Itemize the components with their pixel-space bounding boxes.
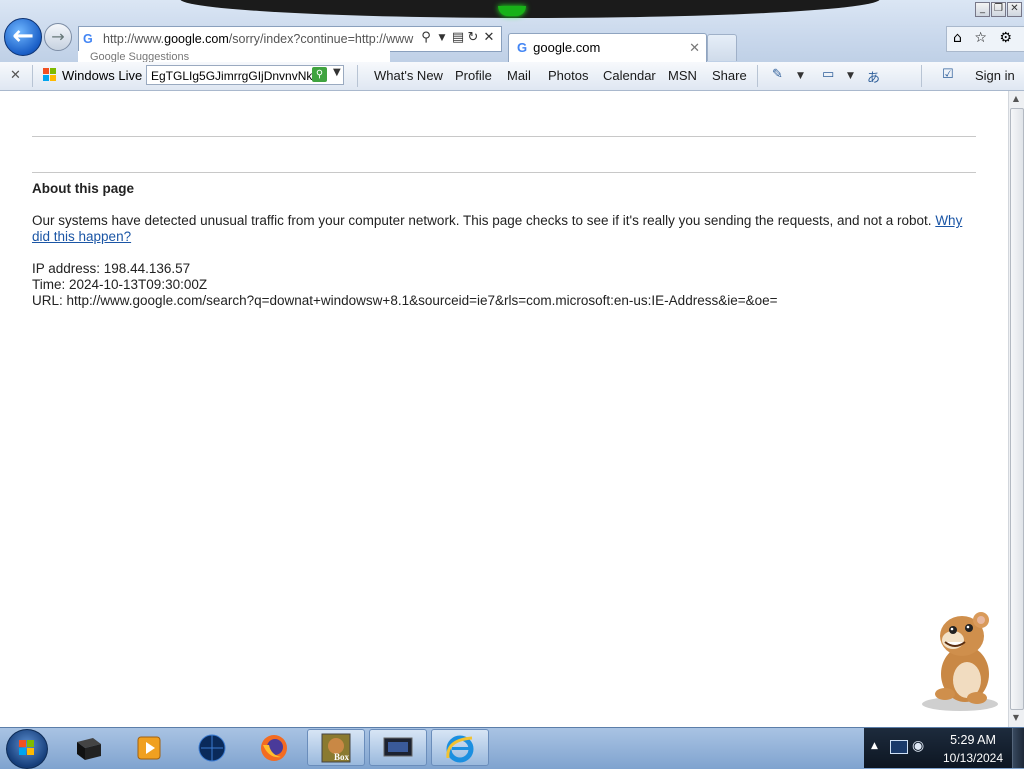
window-dropdown-icon[interactable]: ▼ — [847, 71, 854, 81]
address-url-domain: google.com — [164, 32, 229, 46]
windows-live-brand[interactable]: Windows Live — [62, 68, 142, 83]
taskbar-app-globe[interactable] — [183, 729, 241, 766]
home-icon[interactable]: ⌂ — [953, 30, 962, 46]
tools-gear-icon[interactable]: ⚙ — [999, 30, 1012, 46]
restore-icon[interactable]: ❐ — [991, 2, 1006, 17]
toolbar-link-photos[interactable]: Photos — [548, 68, 588, 83]
forward-button[interactable]: → — [44, 23, 72, 51]
volume-icon[interactable]: ◉ — [912, 738, 924, 754]
taskbar-app-box[interactable]: Box — [307, 729, 365, 766]
network-icon[interactable] — [890, 740, 908, 754]
windows-logo-icon — [42, 67, 58, 87]
edit-icon[interactable]: ✎ — [772, 67, 783, 82]
toolbar-link-whats-new[interactable]: What's New — [374, 68, 443, 83]
taskbar-app-internet-explorer[interactable] — [431, 729, 489, 766]
divider — [757, 65, 758, 87]
window-icon[interactable]: ▭ — [822, 67, 834, 82]
address-url-rest: /sorry/index?continue=http://www — [228, 32, 414, 46]
page-heading: About this page — [32, 181, 134, 196]
refresh-icon[interactable]: ↻ — [465, 27, 481, 49]
divider — [32, 172, 976, 173]
favorites-icon[interactable]: ☆ — [974, 30, 987, 46]
ip-address-line: IP address: 198.44.136.57 — [32, 261, 191, 276]
sign-in-link[interactable]: Sign in — [975, 68, 1015, 83]
address-url-prefix: http://www. — [103, 32, 165, 46]
hamster-character-icon[interactable] — [915, 604, 1005, 714]
scroll-thumb[interactable] — [1010, 108, 1024, 710]
time-line: Time: 2024-10-13T09:30:00Z — [32, 277, 208, 292]
internet-explorer-icon — [446, 735, 474, 762]
back-button[interactable]: ← — [4, 18, 42, 56]
google-favicon-icon: G — [517, 40, 528, 55]
minimize-icon[interactable]: _ — [975, 2, 990, 17]
tab-google[interactable]: Ggoogle.com ✕ — [508, 33, 707, 62]
url-line: URL: http://www.google.com/search?q=down… — [32, 293, 778, 308]
checkbox-icon[interactable]: ☑ — [942, 67, 954, 82]
message-text: Our systems have detected unusual traffi… — [32, 213, 932, 228]
clock-time[interactable]: 5:29 AM — [930, 733, 1016, 747]
taskbar-app-black-box[interactable] — [60, 729, 118, 766]
search-dropdown-icon[interactable]: ▼ — [333, 67, 341, 78]
unusual-traffic-message: Our systems have detected unusual traffi… — [32, 213, 976, 245]
page-content — [0, 91, 1008, 727]
tab-close-icon[interactable]: ✕ — [689, 34, 700, 62]
tab-title: google.com — [533, 40, 601, 55]
stop-icon[interactable]: ✕ — [481, 27, 497, 49]
monitor-icon — [383, 737, 413, 756]
scroll-up-icon[interactable]: ▲ — [1008, 91, 1024, 107]
show-desktop-button[interactable] — [1012, 728, 1024, 768]
taskbar-app-firefox[interactable] — [245, 729, 303, 766]
toolbar-close-icon[interactable]: ✕ — [10, 68, 21, 83]
close-window-icon[interactable]: ✕ — [1007, 2, 1022, 17]
translate-icon[interactable]: あ — [867, 67, 880, 86]
scroll-down-icon[interactable]: ▼ — [1008, 710, 1024, 726]
divider — [921, 65, 922, 87]
divider — [32, 65, 33, 87]
windows-logo-icon — [19, 740, 34, 755]
edit-dropdown-icon[interactable]: ▼ — [797, 71, 804, 81]
toolbar-link-profile[interactable]: Profile — [455, 68, 492, 83]
toolbar-link-calendar[interactable]: Calendar — [603, 68, 656, 83]
divider — [357, 65, 358, 87]
clock-date[interactable]: 10/13/2024 — [930, 751, 1016, 765]
command-icons: ⌂ ☆ ⚙ — [946, 26, 1024, 52]
black-box-icon — [77, 737, 101, 760]
compatibility-view-icon[interactable]: ▤ — [450, 27, 466, 49]
toolbar-link-mail[interactable]: Mail — [507, 68, 531, 83]
taskbar-app-monitor[interactable] — [369, 729, 427, 766]
toolbar-link-msn[interactable]: MSN — [668, 68, 697, 83]
taskbar-app-media-player[interactable] — [120, 729, 178, 766]
start-button[interactable] — [6, 729, 48, 769]
new-tab-button[interactable] — [707, 34, 737, 61]
search-icon[interactable]: ⚲ — [418, 27, 434, 49]
address-dropdown-icon[interactable]: ▼ — [434, 27, 450, 49]
google-favicon-icon: G — [83, 32, 93, 46]
globe-icon — [198, 734, 226, 761]
media-player-icon — [137, 736, 161, 759]
search-icon[interactable]: ⚲ — [312, 67, 327, 82]
toolbar-link-share[interactable]: Share — [712, 68, 747, 83]
show-hidden-icons-icon[interactable]: ▲ — [871, 741, 878, 751]
box-label: Box — [334, 752, 350, 762]
firefox-icon — [261, 734, 287, 761]
divider — [32, 136, 976, 137]
